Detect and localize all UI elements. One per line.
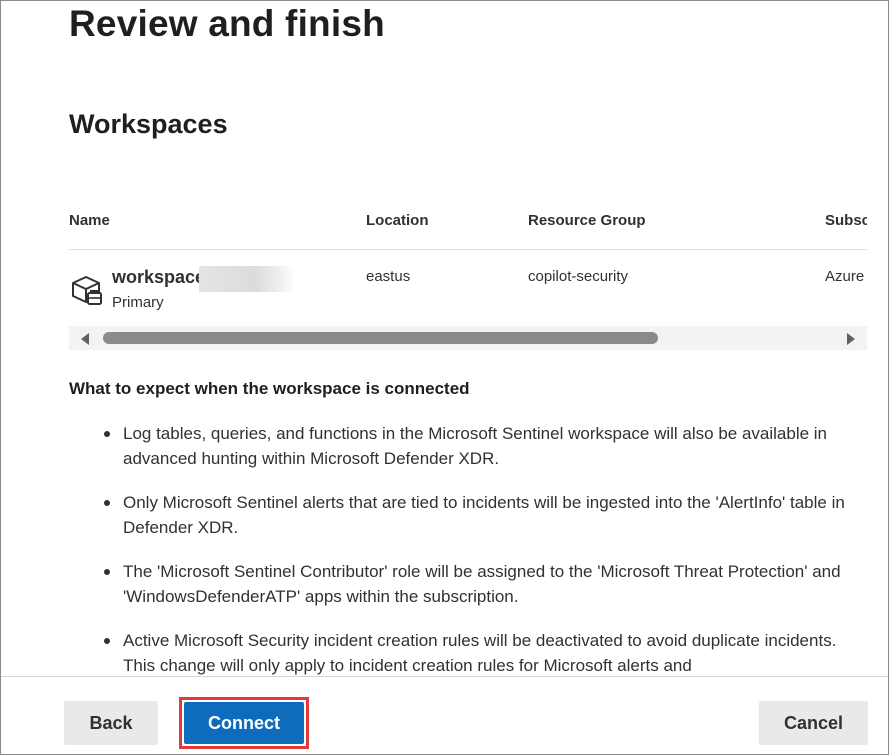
list-item: The 'Microsoft Sentinel Contributor' rol… bbox=[69, 559, 849, 609]
column-header-subscription[interactable]: Subsc bbox=[825, 212, 867, 229]
column-header-name[interactable]: Name bbox=[69, 212, 110, 229]
back-button[interactable]: Back bbox=[64, 701, 158, 745]
workspace-subscription: Azure bbox=[825, 268, 865, 285]
column-header-resource-group[interactable]: Resource Group bbox=[528, 212, 646, 229]
dialog-footer: Back Connect Cancel bbox=[1, 676, 888, 754]
expectations-list: Log tables, queries, and functions in th… bbox=[69, 421, 849, 676]
expectations-title: What to expect when the workspace is con… bbox=[69, 379, 470, 398]
scroll-right-arrow-icon[interactable] bbox=[847, 333, 855, 345]
scroll-left-arrow-icon[interactable] bbox=[81, 333, 89, 345]
list-item: Only Microsoft Sentinel alerts that are … bbox=[69, 490, 849, 540]
horizontal-scrollbar[interactable] bbox=[69, 326, 867, 350]
table-row[interactable]: workspace Primary eastus copilot-securit… bbox=[69, 250, 867, 327]
workspace-location: eastus bbox=[366, 268, 411, 285]
table-header: Name Location Resource Group Subsc bbox=[69, 201, 867, 250]
connect-button[interactable]: Connect bbox=[184, 702, 304, 744]
cancel-button[interactable]: Cancel bbox=[759, 701, 868, 745]
section-title: Workspaces bbox=[69, 109, 228, 139]
connect-button-highlight: Connect bbox=[179, 697, 309, 749]
workspace-type: Primary bbox=[112, 294, 164, 311]
list-item: Active Microsoft Security incident creat… bbox=[69, 628, 849, 676]
redacted-name-blur bbox=[199, 266, 294, 292]
workspace-resource-group: copilot-security bbox=[528, 268, 629, 285]
page-title: Review and finish bbox=[69, 3, 385, 44]
column-header-location[interactable]: Location bbox=[366, 212, 429, 229]
dialog-panel: Review and finish Workspaces Name Locati… bbox=[0, 0, 889, 755]
scrollbar-thumb[interactable] bbox=[103, 332, 658, 344]
list-item: Log tables, queries, and functions in th… bbox=[69, 421, 849, 471]
workspace-cube-icon bbox=[72, 276, 102, 305]
workspace-name: workspace bbox=[112, 267, 206, 287]
